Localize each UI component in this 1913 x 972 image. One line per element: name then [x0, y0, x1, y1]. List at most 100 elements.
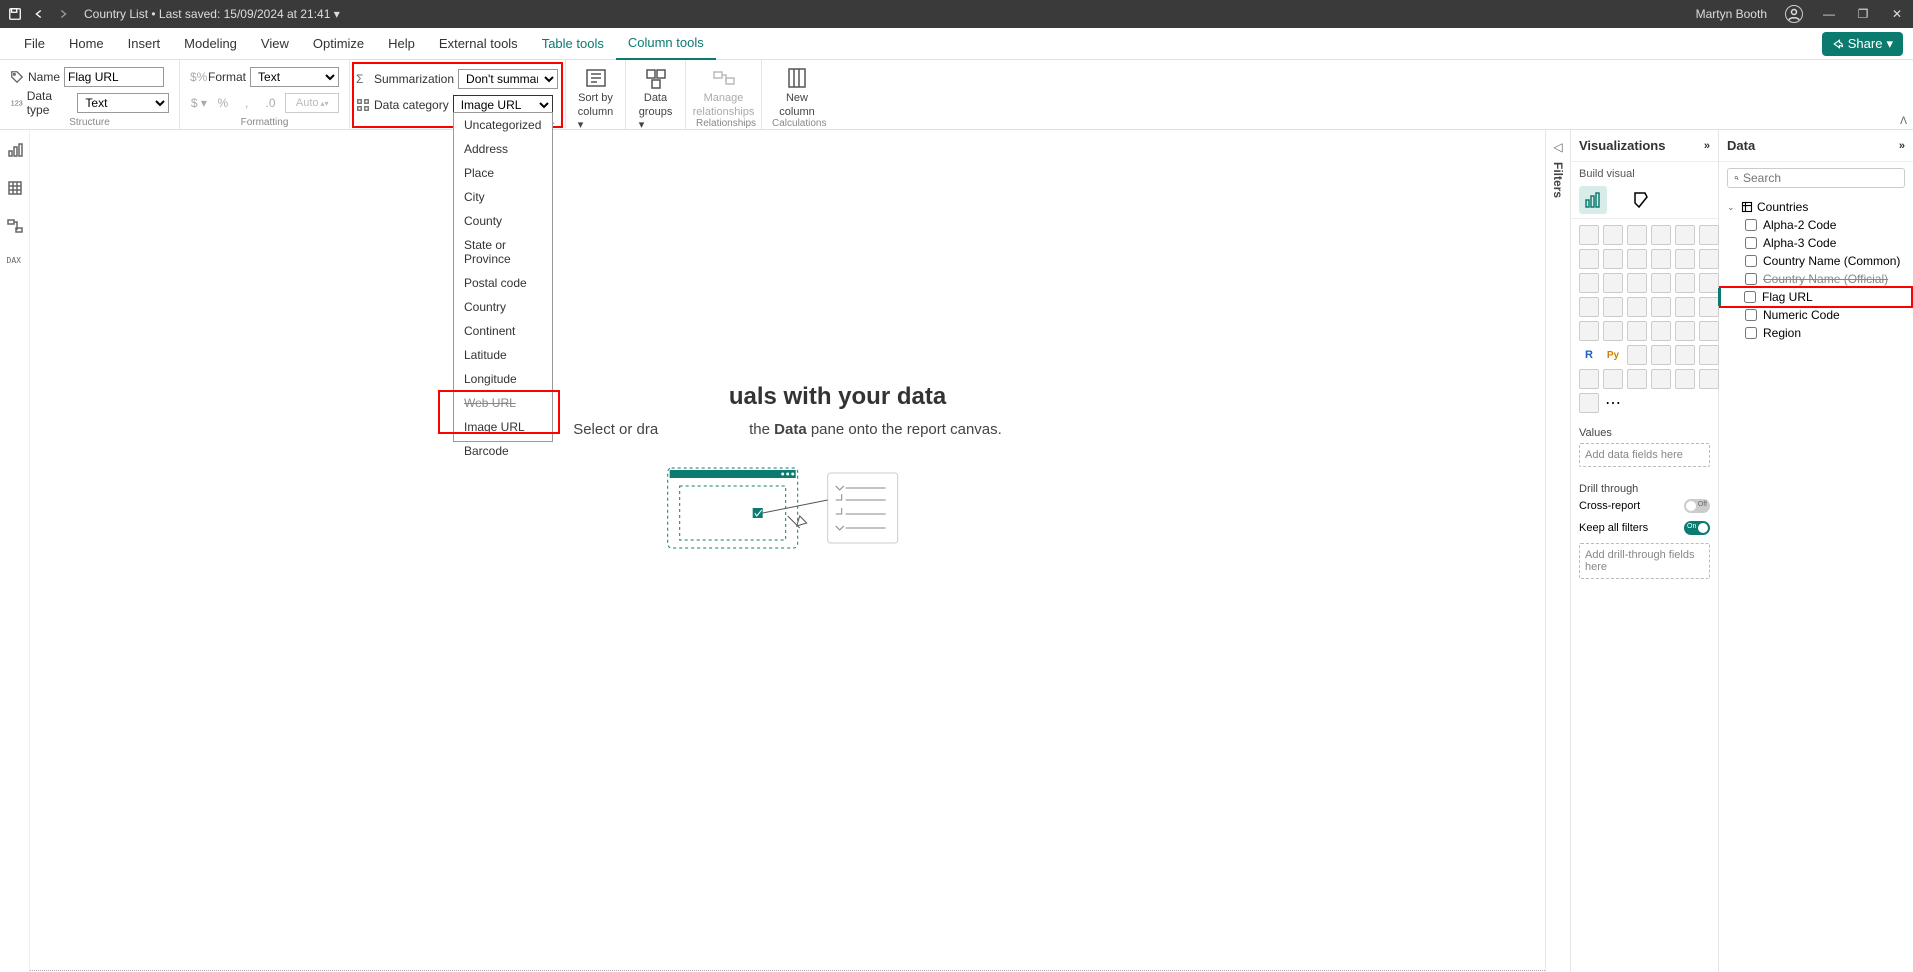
maximize-button[interactable]: ❐ [1855, 6, 1871, 22]
viz-matrix[interactable] [1675, 321, 1695, 341]
percent-button[interactable]: % [214, 94, 232, 112]
viz-multi-card[interactable] [1579, 321, 1599, 341]
viz-key-influencers[interactable] [1627, 345, 1647, 365]
column-name-input[interactable] [64, 67, 164, 87]
viz-card-new[interactable] [1675, 369, 1695, 389]
save-icon[interactable] [8, 7, 22, 21]
field-checkbox[interactable] [1745, 327, 1757, 339]
minimize-button[interactable]: — [1821, 6, 1837, 22]
viz-table[interactable] [1651, 321, 1671, 341]
viz-treemap[interactable] [1699, 273, 1719, 293]
summarization-select[interactable]: Don't summarize [458, 69, 558, 89]
field-flag-url[interactable]: Flag URL [1718, 288, 1911, 306]
menu-modeling[interactable]: Modeling [172, 28, 249, 60]
viz-gauge[interactable] [1675, 297, 1695, 317]
viz-goals[interactable] [1579, 369, 1599, 389]
viz-scatter[interactable] [1627, 273, 1647, 293]
menu-table-tools[interactable]: Table tools [530, 28, 616, 60]
dd-continent[interactable]: Continent [454, 319, 552, 343]
menu-column-tools[interactable]: Column tools [616, 28, 716, 60]
viz-funnel[interactable] [1603, 273, 1623, 293]
viz-pie[interactable] [1651, 273, 1671, 293]
comma-button[interactable]: , [238, 94, 256, 112]
viz-kpi[interactable] [1603, 321, 1623, 341]
viz-clustered-column[interactable] [1651, 225, 1671, 245]
field-numeric-code[interactable]: Numeric Code [1719, 306, 1913, 324]
user-name[interactable]: Martyn Booth [1696, 7, 1767, 21]
auto-decimal-input[interactable]: Auto▴▾ [285, 93, 339, 113]
viz-ribbon[interactable] [1699, 249, 1719, 269]
menu-view[interactable]: View [249, 28, 301, 60]
menu-file[interactable]: File [12, 28, 57, 60]
field-checkbox[interactable] [1745, 219, 1757, 231]
viz-line[interactable] [1579, 249, 1599, 269]
data-collapse-icon[interactable]: » [1899, 140, 1905, 152]
ribbon-collapse-icon[interactable]: ᐱ [1900, 116, 1907, 127]
dd-postal[interactable]: Postal code [454, 271, 552, 295]
viz-python[interactable]: Py [1603, 345, 1623, 365]
viz-slicer[interactable] [1627, 321, 1647, 341]
viz-arcgis[interactable] [1579, 393, 1599, 413]
dax-view-icon[interactable]: DAX [7, 256, 23, 272]
datatype-select[interactable]: Text [77, 93, 169, 113]
dd-county[interactable]: County [454, 209, 552, 233]
viz-qa[interactable] [1675, 345, 1695, 365]
dd-country[interactable]: Country [454, 295, 552, 319]
data-groups-button[interactable]: Datagroups ▾ [635, 66, 677, 131]
dd-address[interactable]: Address [454, 137, 552, 161]
viz-more[interactable]: ⋯ [1603, 393, 1623, 413]
viz-line-stacked[interactable] [1651, 249, 1671, 269]
field-checkbox[interactable] [1745, 273, 1757, 285]
redo-icon[interactable] [56, 7, 70, 21]
viz-100-bar[interactable] [1675, 225, 1695, 245]
dd-web-url[interactable]: Web URL [454, 391, 552, 415]
viz-stacked-area[interactable] [1627, 249, 1647, 269]
viz-r-script[interactable]: R [1579, 345, 1599, 365]
viz-stacked-column[interactable] [1603, 225, 1623, 245]
report-view-icon[interactable] [7, 142, 23, 158]
values-drop-zone[interactable]: Add data fields here [1579, 443, 1710, 467]
avatar-icon[interactable] [1785, 5, 1803, 23]
viz-narrative[interactable] [1699, 345, 1719, 365]
viz-azure-map[interactable] [1627, 297, 1647, 317]
viz-r[interactable] [1699, 321, 1719, 341]
filters-expand-icon[interactable]: ◁ [1553, 140, 1562, 154]
menu-help[interactable]: Help [376, 28, 427, 60]
viz-100-column[interactable] [1699, 225, 1719, 245]
menu-optimize[interactable]: Optimize [301, 28, 376, 60]
viz-filled-map[interactable] [1603, 297, 1623, 317]
dd-longitude[interactable]: Longitude [454, 367, 552, 391]
field-checkbox[interactable] [1745, 309, 1757, 321]
format-select[interactable]: Text [250, 67, 339, 87]
field-checkbox[interactable] [1745, 237, 1757, 249]
data-search-input[interactable] [1743, 171, 1898, 185]
viz-map[interactable] [1579, 297, 1599, 317]
field-region[interactable]: Region [1719, 324, 1913, 342]
viz-custom[interactable] [1699, 369, 1719, 389]
build-tab[interactable] [1579, 186, 1607, 214]
viz-area[interactable] [1603, 249, 1623, 269]
drill-drop-zone[interactable]: Add drill-through fields here [1579, 543, 1710, 579]
viz-automate[interactable] [1651, 369, 1671, 389]
menu-external-tools[interactable]: External tools [427, 28, 530, 60]
viz-shape-map[interactable] [1651, 297, 1671, 317]
dd-image-url[interactable]: Image URL [454, 415, 552, 439]
viz-decomp[interactable] [1651, 345, 1671, 365]
report-canvas[interactable]: Build visuals with your data Select or d… [30, 130, 1545, 972]
format-tab[interactable] [1627, 186, 1655, 214]
dd-state[interactable]: State or Province [454, 233, 552, 271]
menu-insert[interactable]: Insert [116, 28, 173, 60]
model-view-icon[interactable] [7, 218, 23, 234]
field-country-common[interactable]: Country Name (Common) [1719, 252, 1913, 270]
share-button[interactable]: Share ▾ [1822, 32, 1903, 56]
sort-by-column-button[interactable]: Sort bycolumn ▾ [574, 66, 617, 131]
field-checkbox[interactable] [1745, 255, 1757, 267]
cross-report-toggle[interactable]: Off [1684, 499, 1710, 513]
viz-card[interactable] [1699, 297, 1719, 317]
viz-powerapps[interactable] [1627, 369, 1647, 389]
filters-panel-collapsed[interactable]: ◁ Filters [1545, 130, 1571, 972]
field-alpha2[interactable]: Alpha-2 Code [1719, 216, 1913, 234]
data-search-box[interactable] [1727, 168, 1905, 188]
table-countries[interactable]: ⌄ Countries [1719, 198, 1913, 216]
dd-barcode[interactable]: Barcode [454, 439, 552, 463]
